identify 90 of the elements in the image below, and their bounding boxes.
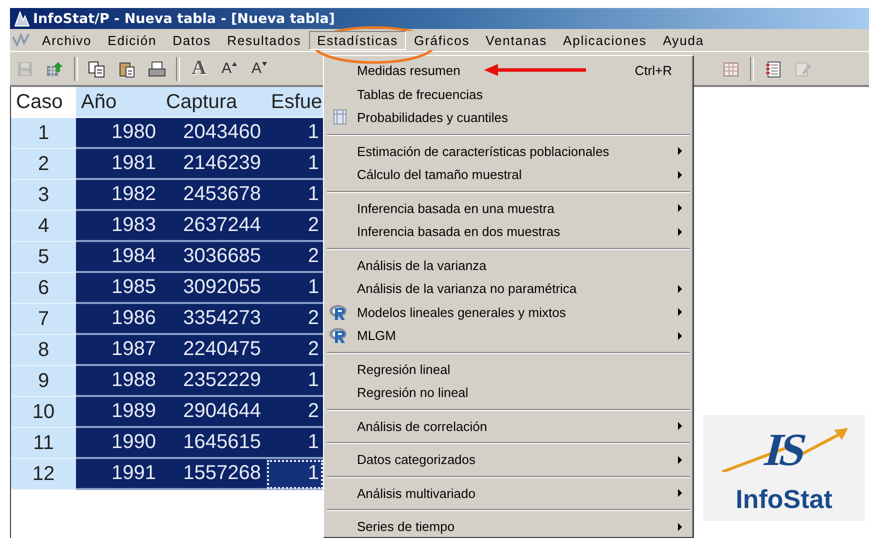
table-cell: 2453678 — [161, 180, 266, 211]
table-cell: 1 — [266, 366, 324, 397]
menu-option[interactable]: Estimación de características poblacionales — [327, 140, 690, 163]
table-cell: 1986 — [76, 304, 161, 335]
table-cell: 1984 — [76, 242, 161, 273]
table-icon — [333, 109, 347, 125]
column-header[interactable]: Año — [76, 87, 161, 117]
table-cell: 2 — [266, 335, 324, 366]
paste-icon — [118, 60, 136, 78]
table-cell: 3354273 — [161, 304, 266, 335]
table-cell: 1 — [266, 149, 324, 180]
table-cell: 1987 — [76, 335, 161, 366]
font-grow-button[interactable]: A — [218, 58, 240, 80]
table-cell: 1983 — [76, 211, 161, 242]
row-header: 6 — [11, 273, 76, 304]
font-button[interactable]: A — [188, 58, 210, 80]
row-header: 5 — [11, 242, 76, 273]
table-cell: 1989 — [76, 397, 161, 428]
notebook-icon — [764, 60, 782, 78]
menu-option[interactable]: Análisis de la varianza — [327, 254, 690, 277]
column-header[interactable]: Esfue — [266, 87, 324, 117]
table-cell: 1981 — [76, 149, 161, 180]
shortcut-label: Ctrl+R — [634, 63, 672, 78]
row-header: 12 — [11, 459, 76, 490]
table-cell: 1990 — [76, 428, 161, 459]
table-cell: 3092055 — [161, 273, 266, 304]
edit-icon — [794, 60, 812, 78]
table-cell: 2146239 — [161, 149, 266, 180]
table-cell: 1991 — [76, 459, 161, 490]
row-header: 4 — [11, 211, 76, 242]
row-header: 10 — [11, 397, 76, 428]
menu-option[interactable]: Inferencia basada en una muestra — [327, 196, 690, 220]
menu-option[interactable]: Análisis de la varianza no paramétrica — [327, 277, 690, 300]
row-header: 11 — [11, 428, 76, 459]
table-cell: 2904644 — [161, 397, 266, 428]
menu-item[interactable]: Estadísticas — [309, 30, 406, 50]
menu-option[interactable]: Series de tiempo — [327, 515, 690, 537]
table-cell: 2 — [266, 211, 324, 242]
table-cell: 1980 — [76, 118, 161, 149]
table-cell: 1 — [266, 273, 324, 304]
table-cell: 2637244 — [161, 211, 266, 242]
menu-option[interactable]: Modelos lineales generales y mixtos — [327, 300, 690, 324]
logo-name: InfoStat — [736, 484, 832, 515]
table-cell: 2240475 — [161, 335, 266, 366]
table-cell: 2352229 — [161, 366, 266, 397]
row-header: 2 — [11, 149, 76, 180]
table-cell: 3036685 — [161, 242, 266, 273]
font-shrink-button[interactable]: A — [248, 58, 270, 80]
caret-up-icon — [232, 62, 236, 66]
table-cell: 1557268 — [161, 459, 266, 490]
table-cell: 2 — [266, 397, 324, 428]
row-header: 1 — [11, 118, 76, 149]
menu-option[interactable]: Datos categorizados — [327, 448, 690, 472]
menu-option[interactable]: Análisis multivariado — [327, 482, 690, 505]
table-cell: 1 — [266, 118, 324, 149]
table-cell: 1 — [266, 180, 324, 211]
table-cell: 2043460 — [161, 118, 266, 149]
table-cell: 1 — [266, 428, 324, 459]
caret-down-icon — [262, 62, 266, 66]
save-icon — [16, 60, 34, 78]
r-logo-icon — [329, 304, 349, 320]
export-icon — [46, 60, 64, 78]
menu-option[interactable]: Regresión lineal — [327, 358, 690, 381]
menu-option[interactable]: Tablas de frecuencias — [327, 82, 690, 106]
app-icon — [14, 10, 30, 26]
row-header: 3 — [11, 180, 76, 211]
menu-option[interactable]: Probabilidades y cuantiles — [327, 106, 690, 130]
menu-option[interactable]: Inferencia basada en dos muestras — [327, 220, 690, 244]
table-cell: 1 — [266, 459, 324, 490]
row-header: 7 — [11, 304, 76, 335]
table-cell: 2 — [266, 242, 324, 273]
menu-option[interactable]: Cálculo del tamaño muestral — [327, 163, 690, 186]
column-header[interactable]: Captura — [161, 87, 266, 117]
menu-option[interactable]: Medidas resumen Ctrl+R — [327, 59, 690, 82]
table-cell: 2 — [266, 304, 324, 335]
r-logo-icon — [329, 327, 349, 344]
table-cell: 1645615 — [161, 428, 266, 459]
table-cell: 1988 — [76, 366, 161, 397]
copy-icon — [88, 60, 106, 78]
menu-option[interactable]: Regresión no lineal — [327, 381, 690, 404]
grip-icon — [12, 33, 30, 47]
print-icon — [148, 60, 166, 78]
row-header: 8 — [11, 335, 76, 366]
table-cell: 1985 — [76, 273, 161, 304]
table-icon — [722, 60, 740, 78]
menu-option[interactable]: Análisis de correlación — [327, 414, 690, 438]
table-cell: 1982 — [76, 180, 161, 211]
window-title: InfoStat/P - Nueva tabla - [Nueva tabla] — [33, 10, 335, 26]
row-header: 9 — [11, 366, 76, 397]
menu-option[interactable]: MLGM — [327, 324, 690, 348]
